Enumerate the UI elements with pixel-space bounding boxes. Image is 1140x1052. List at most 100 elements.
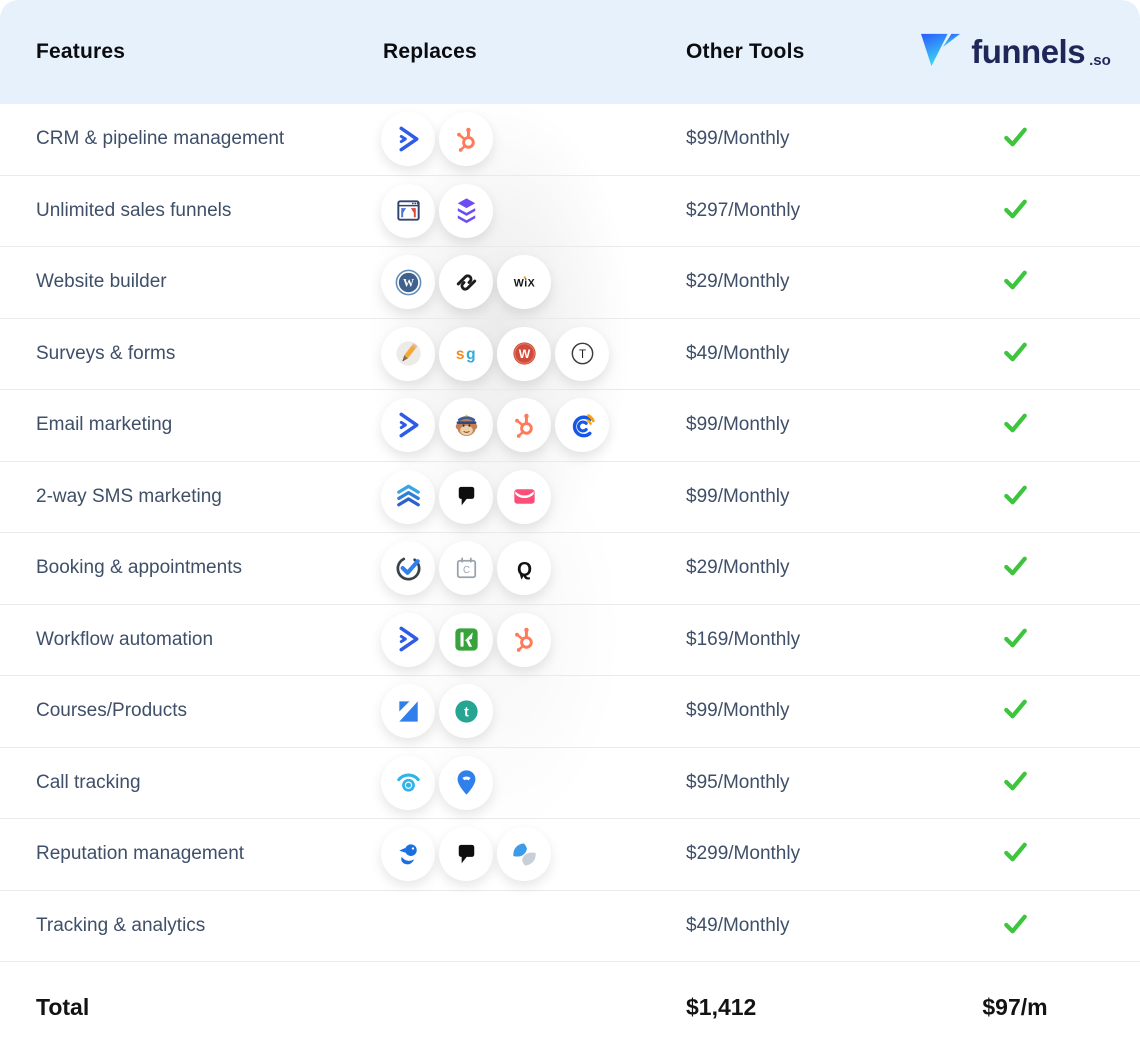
column-header-replaces: Replaces	[348, 40, 648, 64]
brand-suffix: .so	[1089, 52, 1111, 69]
included-check-icon	[1000, 836, 1031, 872]
svg-text:W: W	[402, 277, 413, 289]
brand-logo: funnels .so	[890, 31, 1140, 74]
funnels-total-price: $97/m	[890, 994, 1140, 1021]
teachable-icon: t	[439, 684, 493, 738]
replaced-tools	[348, 184, 648, 238]
layers-icon	[439, 184, 493, 238]
replaced-tools	[348, 112, 648, 166]
feature-label: CRM & pipeline management	[0, 128, 348, 150]
activecampaign-icon	[381, 398, 435, 452]
check-circle-icon	[381, 541, 435, 595]
acuity-q-icon: Q	[497, 541, 551, 595]
squarespace-icon	[439, 255, 493, 309]
other-tools-price: $297/Monthly	[648, 200, 890, 222]
feature-label: Workflow automation	[0, 629, 348, 651]
svg-text:T: T	[578, 348, 585, 361]
included-check-icon	[1000, 407, 1031, 443]
svg-text:C: C	[463, 565, 470, 576]
feature-row: Email marketing $99/Monthly	[0, 390, 1140, 462]
total-row: Total $1,412 $97/m	[0, 962, 1140, 1052]
included-check-icon	[1000, 693, 1031, 729]
feature-label: Courses/Products	[0, 700, 348, 722]
pricing-comparison-table: Features Replaces Other Tools funnels .s…	[0, 0, 1140, 1052]
included-check-icon	[1000, 550, 1031, 586]
mailchimp-icon	[439, 398, 493, 452]
other-tools-price: $99/Monthly	[648, 414, 890, 436]
feature-row: Workflow automation$169/Monthly	[0, 605, 1140, 677]
feature-row: Booking & appointments C Q $29/Monthly	[0, 533, 1140, 605]
typeform-icon: T	[555, 327, 609, 381]
clickfunnels-icon	[381, 184, 435, 238]
feature-label: Call tracking	[0, 772, 348, 794]
callrail-icon	[381, 756, 435, 810]
included-check-icon	[1000, 765, 1031, 801]
feature-row: Surveys & formssgWT$49/Monthly	[0, 319, 1140, 391]
funnels-included-cell	[890, 836, 1140, 872]
feature-row: Website builderWWiX$29/Monthly	[0, 247, 1140, 319]
calendar-icon: C	[439, 541, 493, 595]
feature-row: CRM & pipeline management$99/Monthly	[0, 104, 1140, 176]
phone-pin-icon	[439, 756, 493, 810]
podium-icon	[439, 827, 493, 881]
column-header-features: Features	[0, 40, 348, 64]
other-tools-price: $299/Monthly	[648, 843, 890, 865]
funnels-included-cell	[890, 550, 1140, 586]
feature-row: Courses/Products t $99/Monthly	[0, 676, 1140, 748]
svg-text:g: g	[466, 346, 475, 363]
replaced-tools	[348, 827, 648, 881]
feature-row: Call tracking $95/Monthly	[0, 748, 1140, 820]
survey-pencil-icon	[381, 327, 435, 381]
other-tools-price: $49/Monthly	[648, 343, 890, 365]
feature-label: Booking & appointments	[0, 557, 348, 579]
brand-name: funnels	[971, 33, 1085, 71]
total-label: Total	[0, 994, 348, 1021]
feature-label: Email marketing	[0, 414, 348, 436]
other-tools-price: $99/Monthly	[648, 700, 890, 722]
funnels-included-cell	[890, 693, 1140, 729]
hubspot-icon	[497, 398, 551, 452]
constant-contact-icon	[555, 398, 609, 452]
other-tools-price: $29/Monthly	[648, 557, 890, 579]
included-check-icon	[1000, 336, 1031, 372]
included-check-icon	[1000, 908, 1031, 944]
replaced-tools	[348, 613, 648, 667]
funnels-included-cell	[890, 479, 1140, 515]
funnels-included-cell	[890, 193, 1140, 229]
feature-row: 2-way SMS marketing$99/Monthly	[0, 462, 1140, 534]
replaced-tools	[348, 470, 648, 524]
replaced-tools: W WiX	[348, 255, 648, 309]
replaced-tools	[348, 756, 648, 810]
pink-envelope-icon	[497, 470, 551, 524]
other-tools-price: $99/Monthly	[648, 486, 890, 508]
other-tools-price: $49/Monthly	[648, 915, 890, 937]
funnels-included-cell	[890, 908, 1140, 944]
funnels-included-cell	[890, 121, 1140, 157]
wordpress-icon: W	[381, 255, 435, 309]
feature-row: Unlimited sales funnels $297/Monthly	[0, 176, 1140, 248]
hubspot-icon	[439, 112, 493, 166]
replaced-tools: sgWT	[348, 327, 648, 381]
wufoo-icon: W	[497, 327, 551, 381]
replaced-tools: t	[348, 684, 648, 738]
svg-text:Q: Q	[516, 558, 531, 580]
replaced-tools	[348, 398, 648, 452]
wix-icon: WiX	[497, 255, 551, 309]
other-tools-total: $1,412	[648, 994, 890, 1021]
feature-label: Website builder	[0, 271, 348, 293]
feature-label: Reputation management	[0, 843, 348, 865]
svg-text:t: t	[464, 703, 469, 719]
feature-rows: CRM & pipeline management$99/MonthlyUnli…	[0, 104, 1140, 962]
podium-icon	[439, 470, 493, 524]
other-tools-price: $95/Monthly	[648, 772, 890, 794]
funnels-included-cell	[890, 336, 1140, 372]
funnels-included-cell	[890, 264, 1140, 300]
activecampaign-icon	[381, 613, 435, 667]
funnels-included-cell	[890, 622, 1140, 658]
keap-icon	[439, 613, 493, 667]
svg-text:W: W	[518, 347, 530, 361]
triple-chevron-icon	[381, 470, 435, 524]
feature-label: Unlimited sales funnels	[0, 200, 348, 222]
feature-row: Tracking & analytics$49/Monthly	[0, 891, 1140, 963]
funnels-included-cell	[890, 765, 1140, 801]
